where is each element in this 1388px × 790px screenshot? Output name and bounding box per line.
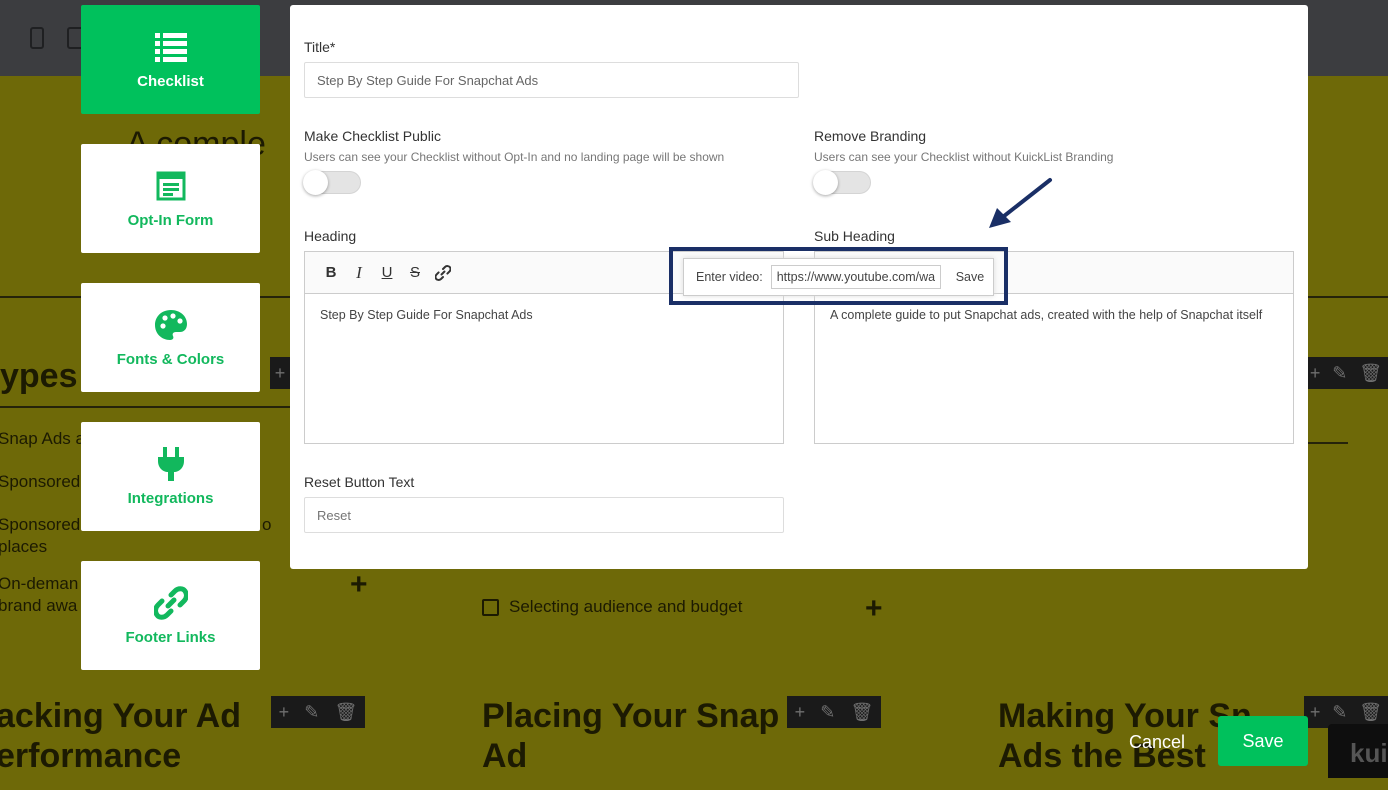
branding-help: Users can see your Checklist without Kui… bbox=[814, 150, 1114, 164]
bg-list-item: On-deman bbox=[0, 574, 79, 593]
nav-item-integrations[interactable]: Integrations bbox=[81, 422, 260, 531]
branding-label: Remove Branding bbox=[814, 128, 927, 144]
annotation-arrow-icon bbox=[989, 178, 1052, 228]
form-icon bbox=[154, 169, 188, 203]
italic-button[interactable]: I bbox=[345, 261, 373, 285]
toggle-knob bbox=[813, 170, 838, 195]
nav-item-label: Footer Links bbox=[125, 628, 216, 646]
nav-item-label: Integrations bbox=[127, 489, 214, 507]
bg-toolbar: + ✎ 🗑 bbox=[787, 696, 881, 728]
link-icon bbox=[435, 264, 451, 281]
list-icon bbox=[154, 30, 188, 64]
reset-text-input[interactable] bbox=[304, 497, 784, 533]
link-icon bbox=[153, 585, 188, 620]
bg-bottom-heading: acking Your Ad bbox=[0, 697, 241, 735]
nav-item-fonts-colors[interactable]: Fonts & Colors bbox=[81, 283, 260, 392]
public-help: Users can see your Checklist without Opt… bbox=[304, 150, 725, 164]
branding-toggle[interactable] bbox=[813, 170, 871, 195]
annotation-highlight-box bbox=[669, 247, 1008, 305]
bg-bottom-heading: Ad bbox=[482, 737, 528, 775]
reset-label: Reset Button Text bbox=[304, 474, 415, 490]
strike-button[interactable]: S bbox=[401, 261, 429, 285]
nav-item-opt-in-form[interactable]: Opt-In Form bbox=[81, 144, 260, 253]
bg-list-item: places bbox=[0, 537, 48, 556]
plug-icon bbox=[154, 446, 188, 481]
bg-toolbar: + ✎ 🗑 bbox=[271, 696, 365, 728]
bg-line-right bbox=[1308, 442, 1348, 444]
heading-label: Heading bbox=[304, 228, 357, 244]
bg-plus: + bbox=[350, 568, 368, 601]
save-button[interactable]: Save bbox=[1218, 716, 1308, 766]
bg-list-item: Selecting audience and budget bbox=[509, 597, 743, 616]
bg-list-item: Sponsored bbox=[0, 472, 81, 491]
bg-toolbar: + ✎ 🗑 bbox=[1304, 357, 1388, 389]
bg-list-item: o bbox=[262, 515, 272, 534]
bg-list-item: Sponsored bbox=[0, 515, 81, 534]
bg-check bbox=[482, 599, 499, 616]
toggle-knob bbox=[303, 170, 328, 195]
nav-item-label: Fonts & Colors bbox=[116, 350, 225, 368]
public-label: Make Checklist Public bbox=[304, 128, 441, 144]
title-input[interactable] bbox=[304, 62, 799, 98]
nav-item-label: Opt-In Form bbox=[127, 211, 214, 229]
palette-icon bbox=[154, 308, 188, 342]
cancel-button[interactable]: Cancel bbox=[1118, 720, 1196, 764]
nav-item-label: Checklist bbox=[137, 72, 204, 90]
public-toggle[interactable] bbox=[303, 170, 361, 195]
nav-item-checklist[interactable]: Checklist bbox=[81, 5, 260, 114]
bg-plus: + bbox=[865, 592, 883, 625]
mobile-device-icon bbox=[30, 27, 44, 49]
bg-line-left bbox=[0, 406, 290, 408]
bold-button[interactable]: B bbox=[317, 261, 345, 285]
bg-bottom-heading: erformance bbox=[0, 737, 182, 775]
nav-item-footer-links[interactable]: Footer Links bbox=[81, 561, 260, 670]
bg-list-item: Snap Ads a bbox=[0, 429, 85, 448]
bg-logo: kui bbox=[1328, 724, 1388, 778]
bg-toolbar: + bbox=[270, 357, 290, 389]
link-button[interactable] bbox=[429, 261, 457, 285]
subheading-label: Sub Heading bbox=[814, 228, 895, 244]
bg-bottom-heading: Placing Your Snap bbox=[482, 697, 780, 735]
title-label: Title* bbox=[304, 39, 336, 55]
bg-list-item: brand awa bbox=[0, 596, 78, 615]
underline-button[interactable]: U bbox=[373, 261, 401, 285]
